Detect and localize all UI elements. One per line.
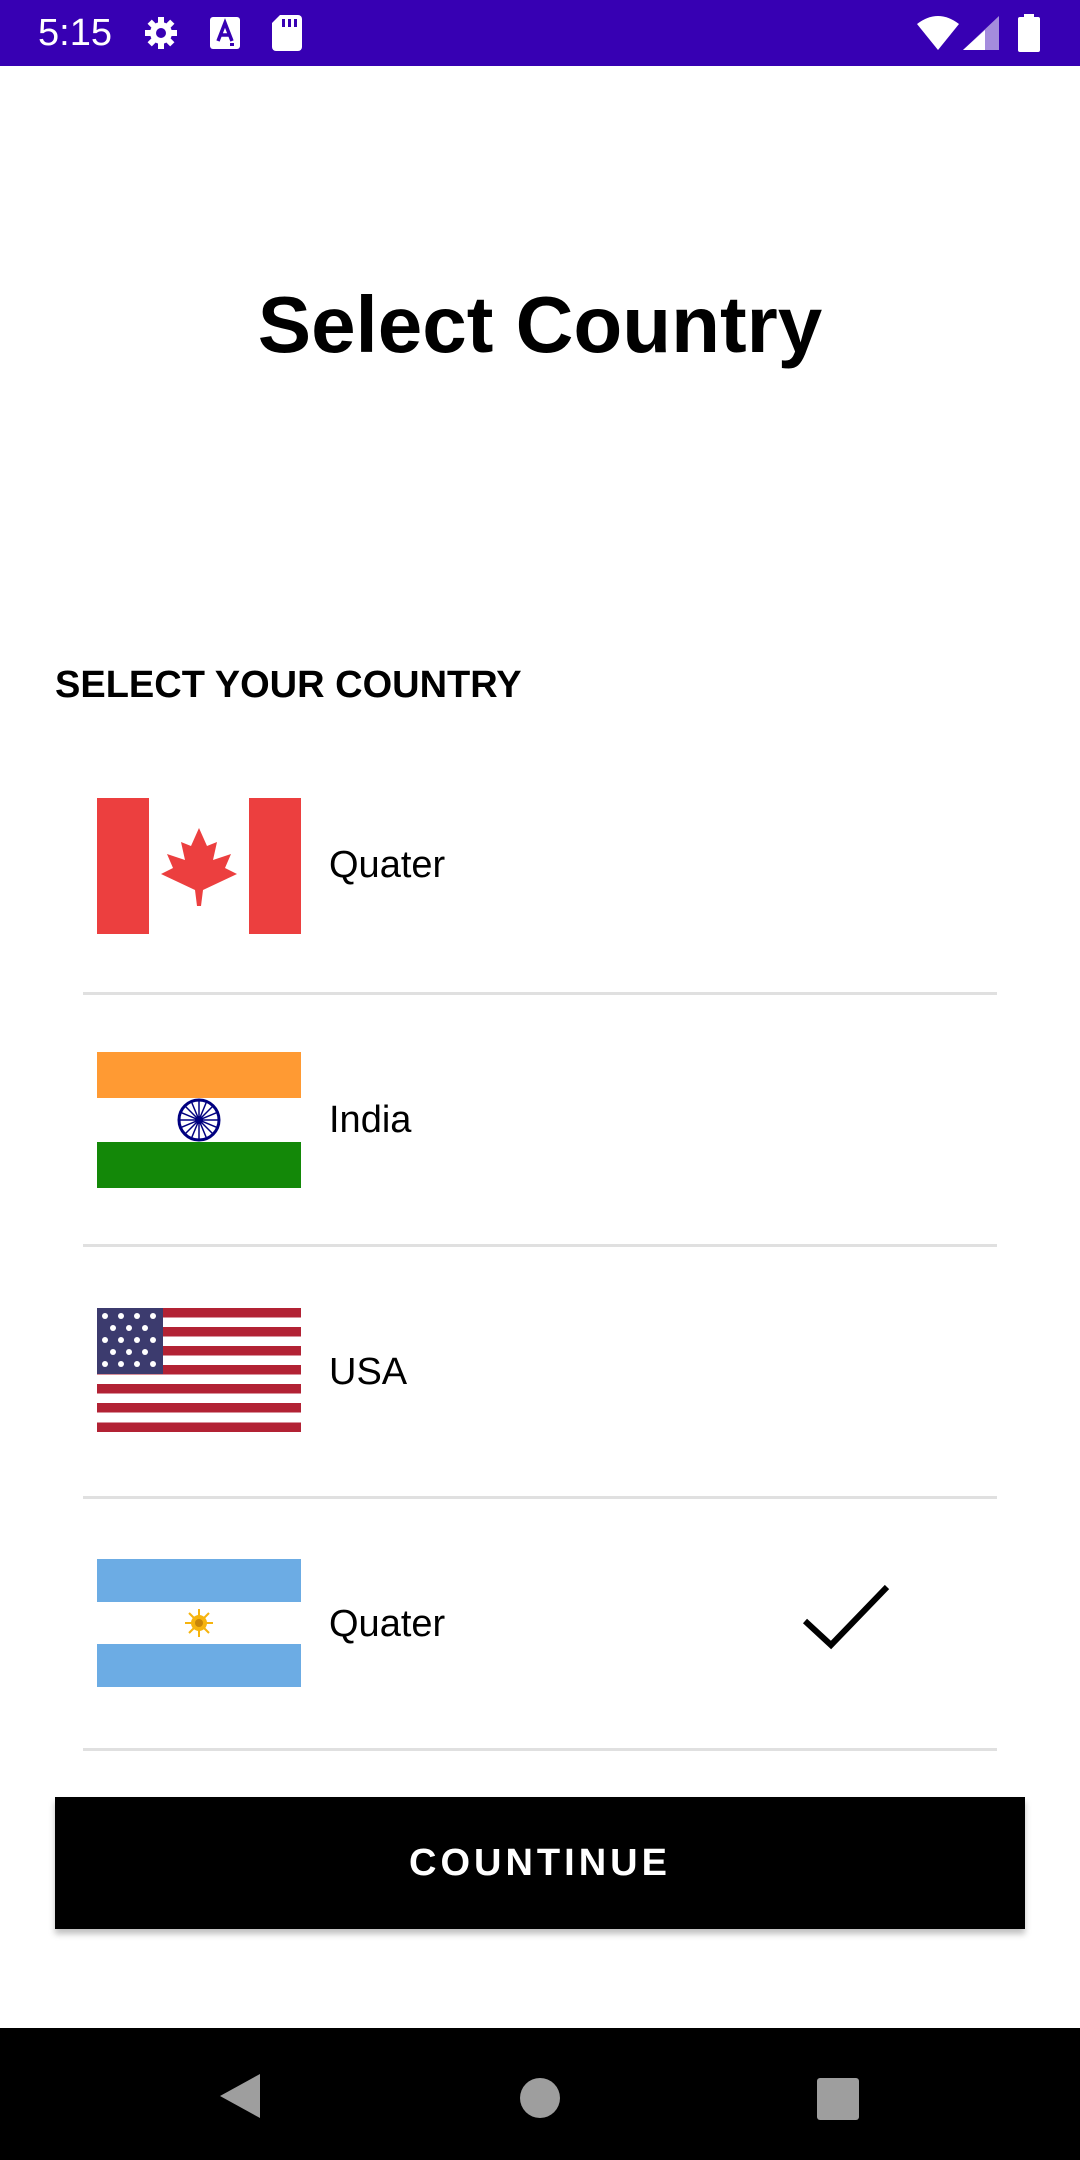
country-item-india[interactable]: India xyxy=(83,995,997,1247)
battery-icon xyxy=(1018,14,1040,52)
home-icon[interactable] xyxy=(520,2078,560,2118)
country-name: Quater xyxy=(329,844,446,886)
country-name: USA xyxy=(329,1351,408,1393)
country-item-canada[interactable]: Quater xyxy=(83,743,997,995)
text-a-icon xyxy=(210,17,240,49)
india-flag-icon xyxy=(97,1052,301,1188)
gear-icon xyxy=(145,17,177,49)
page-title: Select Country xyxy=(257,280,823,369)
country-name: Quater xyxy=(329,1603,446,1645)
argentina-flag-icon xyxy=(97,1559,301,1687)
wifi-icon xyxy=(917,16,959,50)
checkmark-icon xyxy=(802,1584,890,1650)
usa-flag-icon xyxy=(97,1308,301,1432)
status-time: 5:15 xyxy=(38,12,112,54)
country-item-usa[interactable]: USA xyxy=(83,1247,997,1499)
recents-icon[interactable] xyxy=(817,2078,859,2120)
signal-icon xyxy=(963,16,999,50)
continue-button[interactable]: COUNTINUE xyxy=(55,1797,1025,1929)
status-bar: 5:15 xyxy=(0,0,1080,66)
section-label: SELECT YOUR COUNTRY xyxy=(55,664,522,706)
country-name: India xyxy=(329,1099,412,1141)
back-icon[interactable] xyxy=(218,2072,262,2120)
country-item-argentina[interactable]: Quater xyxy=(83,1499,997,1751)
canada-flag-icon xyxy=(97,798,301,934)
navigation-bar xyxy=(0,2028,1080,2160)
sd-card-icon xyxy=(272,15,302,51)
country-list: Quater India USA Quater xyxy=(83,743,997,1751)
